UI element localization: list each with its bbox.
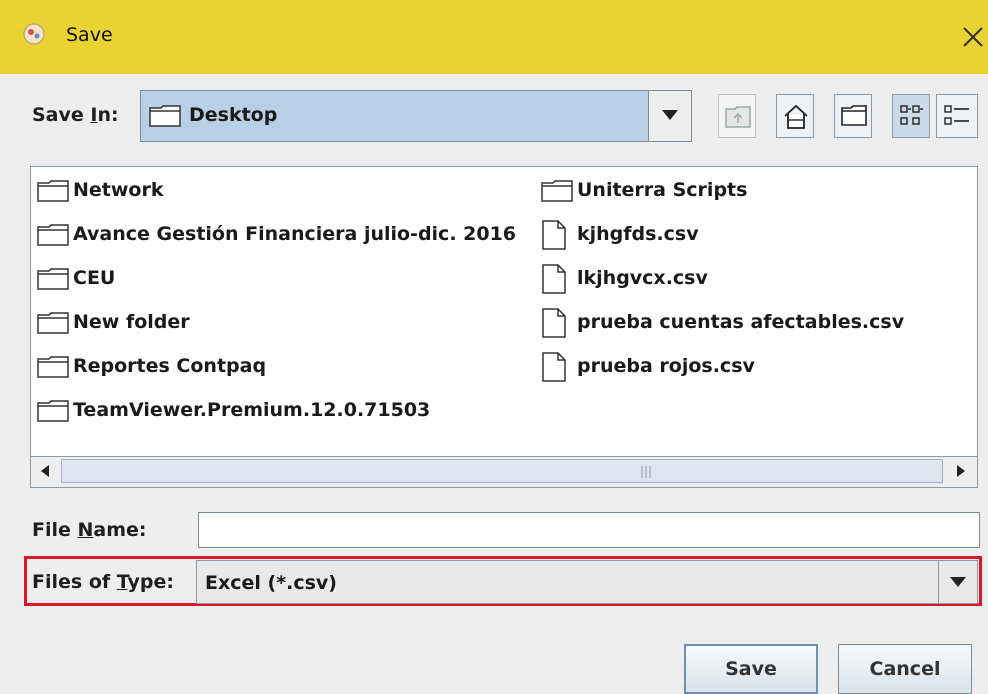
file-list[interactable]: Network Avance Gestión Financiera julio-… [30,166,978,488]
list-view-icon [900,105,923,125]
folder-icon [37,356,69,378]
new-folder-icon [841,105,867,126]
chevron-down-icon [950,577,966,587]
chevron-down-icon [662,110,678,120]
save-in-label: Save In: [32,104,119,126]
grip-icon [641,466,651,478]
close-icon[interactable] [952,14,988,58]
app-icon [23,23,45,45]
details-view-icon [944,105,969,125]
folder-icon [37,400,69,422]
file-icon [542,220,566,250]
home-icon [784,104,808,129]
cancel-button[interactable]: Cancel [838,644,972,694]
save-in-combo[interactable]: Desktop [140,90,692,142]
file-icon [542,352,566,382]
file-name-label: File Name: [32,519,147,541]
title-bar: Save [0,0,988,74]
folder-icon [37,268,69,290]
file-type-combo[interactable]: Excel (*.csv) [196,560,978,604]
arrow-left-icon [41,465,49,477]
file-type-value: Excel (*.csv) [205,572,337,594]
up-one-level-button[interactable] [718,94,756,138]
scroll-left-button[interactable] [31,457,61,486]
save-in-value: Desktop [189,104,278,126]
folder-icon [37,224,69,246]
save-button[interactable]: Save [684,644,818,694]
folder-icon [37,180,69,202]
new-folder-button[interactable] [834,94,872,138]
file-icon [542,264,566,294]
file-name-input[interactable] [198,512,980,548]
scrollbar-thumb[interactable] [61,459,943,483]
file-icon [542,308,566,338]
horizontal-scrollbar[interactable] [31,456,977,487]
file-type-label: Files of Type: [32,571,174,593]
home-button[interactable] [776,94,814,138]
scroll-right-button[interactable] [947,457,977,486]
list-view-button[interactable] [892,94,930,138]
window-title: Save [66,24,113,46]
folder-icon [37,312,69,334]
file-type-dropdown-button[interactable] [938,561,977,603]
details-view-button[interactable] [936,94,978,138]
save-in-dropdown-button[interactable] [648,91,691,141]
arrow-right-icon [957,465,965,477]
folder-icon [149,105,181,127]
up-folder-icon [725,106,751,128]
folder-icon [541,180,573,202]
